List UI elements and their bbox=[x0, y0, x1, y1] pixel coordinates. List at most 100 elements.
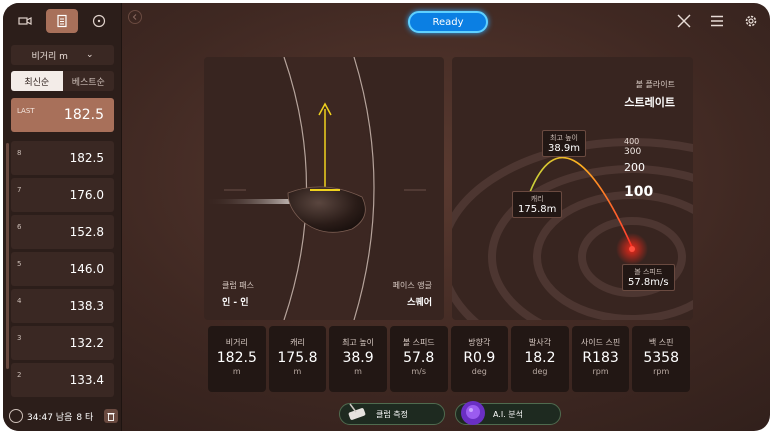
shot-value: 138.3 bbox=[69, 299, 104, 313]
settings-tab[interactable] bbox=[82, 9, 115, 33]
shot-sidebar: 비거리 m ⌄ 최신순 베스트순 LAST 182.5 8 182.5 7 176.… bbox=[3, 3, 122, 431]
collapse-sidebar-button[interactable] bbox=[128, 10, 142, 24]
shot-metrics: 비거리 182.5 m 캐리 175.8 m 최고 높이 38.9 m 볼 스피드 57.8 m… bbox=[208, 326, 690, 392]
ball-speed-bubble: 볼 스피드 57.8m/s bbox=[622, 264, 675, 291]
metric-back-spin: 백 스핀 5358 rpm bbox=[632, 326, 690, 392]
metric-launch-angle: 발사각 18.2 deg bbox=[511, 326, 569, 392]
close-icon[interactable] bbox=[676, 13, 692, 29]
metric-value: 5358 bbox=[643, 350, 679, 366]
sort-best-tab[interactable]: 베스트순 bbox=[62, 71, 114, 91]
apex-label: 최고 높이 bbox=[550, 134, 578, 142]
metric-unit: m bbox=[232, 367, 241, 376]
carry-label: 캐리 bbox=[530, 195, 544, 203]
shot-value: 182.5 bbox=[69, 151, 104, 165]
metric-unit: m bbox=[354, 367, 362, 376]
shot-row[interactable]: 8 182.5 bbox=[11, 141, 114, 175]
metric-unit: rpm bbox=[592, 367, 609, 376]
shot-index: 7 bbox=[17, 186, 22, 194]
metric-value: 18.2 bbox=[524, 350, 556, 366]
club-measure-label: 클럽 측정 bbox=[376, 409, 408, 419]
distance-ring-300: 300 bbox=[624, 147, 642, 157]
metric-value: 38.9 bbox=[342, 350, 374, 366]
metric-label: 발사각 bbox=[528, 338, 551, 347]
session-status-bar: 34:47 남음 8 타 bbox=[9, 405, 118, 427]
chevron-left-icon bbox=[132, 14, 137, 20]
golf-club-icon bbox=[348, 403, 366, 420]
shot-row[interactable]: 7 176.0 bbox=[11, 178, 114, 212]
distance-ring-200: 200 bbox=[624, 161, 645, 174]
gear-icon[interactable] bbox=[743, 13, 759, 29]
metric-value: 57.8 bbox=[403, 350, 435, 366]
metric-ball-speed: 볼 스피드 57.8 m/s bbox=[389, 326, 448, 392]
shot-value: 152.8 bbox=[69, 225, 104, 239]
metric-label: 최고 높이 bbox=[342, 338, 375, 347]
shot-list: 8 182.5 7 176.0 6 152.8 5 146.0 4 138.3 3 132.… bbox=[11, 141, 114, 400]
club-impact-panel: 클럽 패스 인 - 인 페이스 앵글 스퀘어 bbox=[204, 57, 444, 320]
ball-flight-panel: 볼 플라이트 스트레이트 400 300 200 100 최고 높이 38.9m… bbox=[452, 57, 693, 320]
metric-total-distance: 비거리 182.5 m bbox=[208, 326, 266, 392]
carry-bubble: 캐리 175.8m bbox=[512, 191, 563, 218]
metric-side-spin: 사이드 스핀 R183 rpm bbox=[571, 326, 630, 392]
last-shot-label: LAST bbox=[17, 107, 35, 115]
sidebar-tabs bbox=[9, 9, 115, 33]
video-tab[interactable] bbox=[9, 9, 42, 33]
metric-label: 백 스핀 bbox=[648, 338, 674, 347]
shot-row[interactable]: 6 152.8 bbox=[11, 215, 114, 249]
chevron-down-icon: ⌄ bbox=[85, 50, 94, 60]
face-angle-value: 스퀘어 bbox=[407, 298, 432, 308]
shot-count: 8 타 bbox=[76, 412, 94, 423]
last-shot-card[interactable]: LAST 182.5 bbox=[11, 98, 114, 132]
metric-value: R0.9 bbox=[463, 350, 496, 366]
ai-analysis-button[interactable]: A.I. 분석 bbox=[455, 401, 561, 425]
sort-latest-tab[interactable]: 최신순 bbox=[11, 71, 63, 91]
shot-index: 3 bbox=[17, 334, 22, 342]
dial-icon bbox=[92, 14, 105, 28]
apex-value: 38.9m bbox=[548, 143, 581, 154]
shot-index: 4 bbox=[17, 297, 22, 305]
metric-unit: m bbox=[293, 367, 302, 376]
last-shot-value: 182.5 bbox=[63, 107, 104, 123]
distance-ring-400: 400 bbox=[624, 137, 640, 146]
session-timer: 34:47 남음 bbox=[27, 412, 73, 423]
club-path-label: 클럽 패스 bbox=[222, 281, 254, 290]
metric-value: 175.8 bbox=[277, 350, 318, 366]
metric-value: 182.5 bbox=[216, 350, 257, 366]
club-measure-button[interactable]: 클럽 측정 bbox=[339, 403, 445, 425]
shot-index: 5 bbox=[17, 260, 22, 268]
shot-index: 8 bbox=[17, 149, 22, 157]
shot-index: 2 bbox=[17, 371, 22, 379]
metric-unit: m/s bbox=[411, 367, 427, 376]
ball-flight-value: 스트레이트 bbox=[624, 96, 675, 109]
shot-row[interactable]: 2 133.4 bbox=[11, 363, 114, 397]
metric-label: 방향각 bbox=[468, 338, 491, 347]
metric-value: R183 bbox=[582, 350, 619, 366]
menu-icon[interactable] bbox=[709, 13, 725, 29]
metric-apex: 최고 높이 38.9 m bbox=[329, 326, 387, 392]
shot-index: 6 bbox=[17, 223, 22, 231]
trash-icon[interactable] bbox=[104, 409, 118, 423]
metric-carry: 캐리 175.8 m bbox=[268, 326, 327, 392]
apex-bubble: 최고 높이 38.9m bbox=[542, 130, 587, 157]
metric-direction: 방향각 R0.9 deg bbox=[450, 326, 509, 392]
compass-icon bbox=[9, 409, 23, 423]
metric-unit: rpm bbox=[653, 367, 670, 376]
metric-unit: deg bbox=[471, 367, 487, 376]
sort-tabs: 최신순 베스트순 bbox=[11, 71, 114, 91]
app-window: 비거리 m ⌄ 최신순 베스트순 LAST 182.5 8 182.5 7 176.… bbox=[3, 3, 770, 431]
distance-select-value: 비거리 m bbox=[31, 51, 68, 62]
document-icon bbox=[57, 14, 67, 28]
records-tab[interactable] bbox=[45, 9, 79, 33]
ball-speed-value: 57.8m/s bbox=[628, 277, 669, 288]
shot-value: 132.2 bbox=[69, 336, 104, 350]
shot-list-scrollbar[interactable] bbox=[6, 143, 9, 369]
shot-value: 176.0 bbox=[69, 188, 104, 202]
ready-button[interactable]: Ready bbox=[408, 11, 488, 33]
ball-speed-label: 볼 스피드 bbox=[634, 268, 663, 276]
shot-row[interactable]: 4 138.3 bbox=[11, 289, 114, 323]
shot-value: 146.0 bbox=[69, 262, 104, 276]
shot-row[interactable]: 3 132.2 bbox=[11, 326, 114, 360]
distance-select[interactable]: 비거리 m ⌄ bbox=[11, 45, 114, 65]
shot-row[interactable]: 5 146.0 bbox=[11, 252, 114, 286]
club-path-value: 인 - 인 bbox=[222, 298, 249, 308]
metric-label: 볼 스피드 bbox=[402, 338, 435, 347]
